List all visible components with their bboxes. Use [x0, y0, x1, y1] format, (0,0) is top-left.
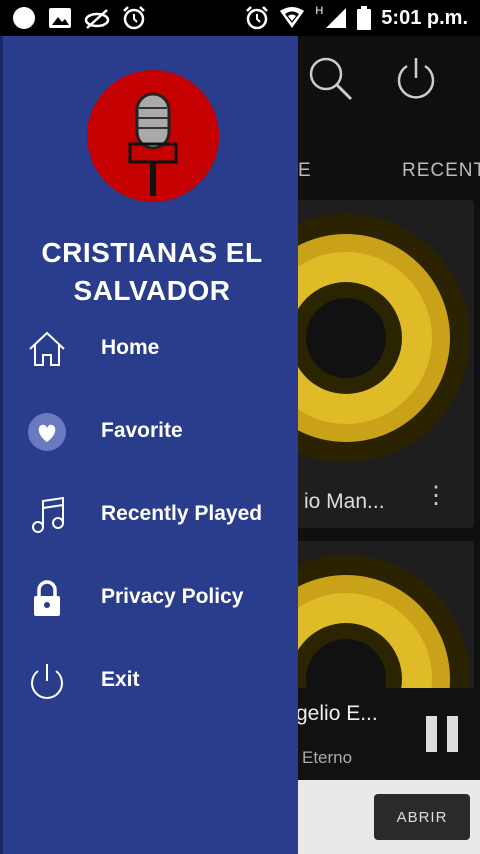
nav-label-privacy-policy: Privacy Policy: [101, 585, 244, 608]
more-options-icon[interactable]: ⋮: [424, 484, 448, 508]
clock: 5:01 p.m.: [381, 6, 468, 29]
ad-open-button[interactable]: ABRIR: [374, 794, 470, 840]
mini-player[interactable]: gelio E... Eterno: [296, 688, 480, 780]
circle-icon: [13, 7, 35, 29]
blocked-notification-icon: [84, 9, 110, 29]
pause-icon-bar: [426, 716, 437, 752]
image-icon: [49, 8, 71, 28]
alarm-icon: [123, 6, 145, 30]
status-bar: H 5:01 p.m.: [0, 0, 480, 36]
alarm-icon: [246, 6, 269, 30]
pause-icon-bar: [447, 716, 458, 752]
app-title: CRISTIANAS EL SALVADOR: [41, 237, 263, 306]
nav-item-recently-played[interactable]: Recently Played: [3, 484, 301, 544]
pause-button[interactable]: [426, 716, 458, 752]
navigation-drawer: CRISTIANAS EL SALVADOR Home Favorite Rec…: [0, 36, 298, 854]
tab-recent[interactable]: RECENT: [402, 160, 480, 182]
nav-item-home[interactable]: Home: [3, 318, 301, 378]
wifi-icon: [280, 7, 305, 28]
nav-label-favorite: Favorite: [101, 419, 183, 442]
search-icon[interactable]: [306, 54, 354, 102]
nav-label-exit: Exit: [101, 668, 140, 691]
microphone-logo: [87, 70, 219, 202]
microphone-icon: [128, 92, 178, 196]
power-icon[interactable]: [396, 56, 436, 100]
nav-item-exit[interactable]: Exit: [3, 650, 301, 710]
tab-home-partial[interactable]: E: [298, 160, 312, 182]
power-icon: [31, 664, 63, 699]
music-note-icon: [32, 496, 64, 533]
station-card[interactable]: io Man... ⋮: [296, 200, 474, 528]
nav-label-home: Home: [101, 336, 160, 359]
ad-banner: ABRIR: [296, 780, 480, 854]
signal-icon: [326, 8, 347, 28]
heart-icon: [28, 413, 66, 451]
lock-icon: [34, 580, 60, 616]
nav-item-favorite[interactable]: Favorite: [3, 401, 301, 461]
nav-item-privacy-policy[interactable]: Privacy Policy: [3, 567, 301, 627]
toolbar: [280, 36, 480, 120]
battery-icon: [357, 6, 372, 30]
station-title: io Man...: [304, 490, 385, 513]
player-title: gelio E...: [296, 702, 378, 725]
nav-label-recently-played: Recently Played: [101, 502, 263, 525]
speaker-image: [296, 214, 470, 462]
home-icon: [29, 331, 65, 366]
player-subtitle: Eterno: [302, 748, 353, 767]
network-type: H: [315, 5, 324, 17]
